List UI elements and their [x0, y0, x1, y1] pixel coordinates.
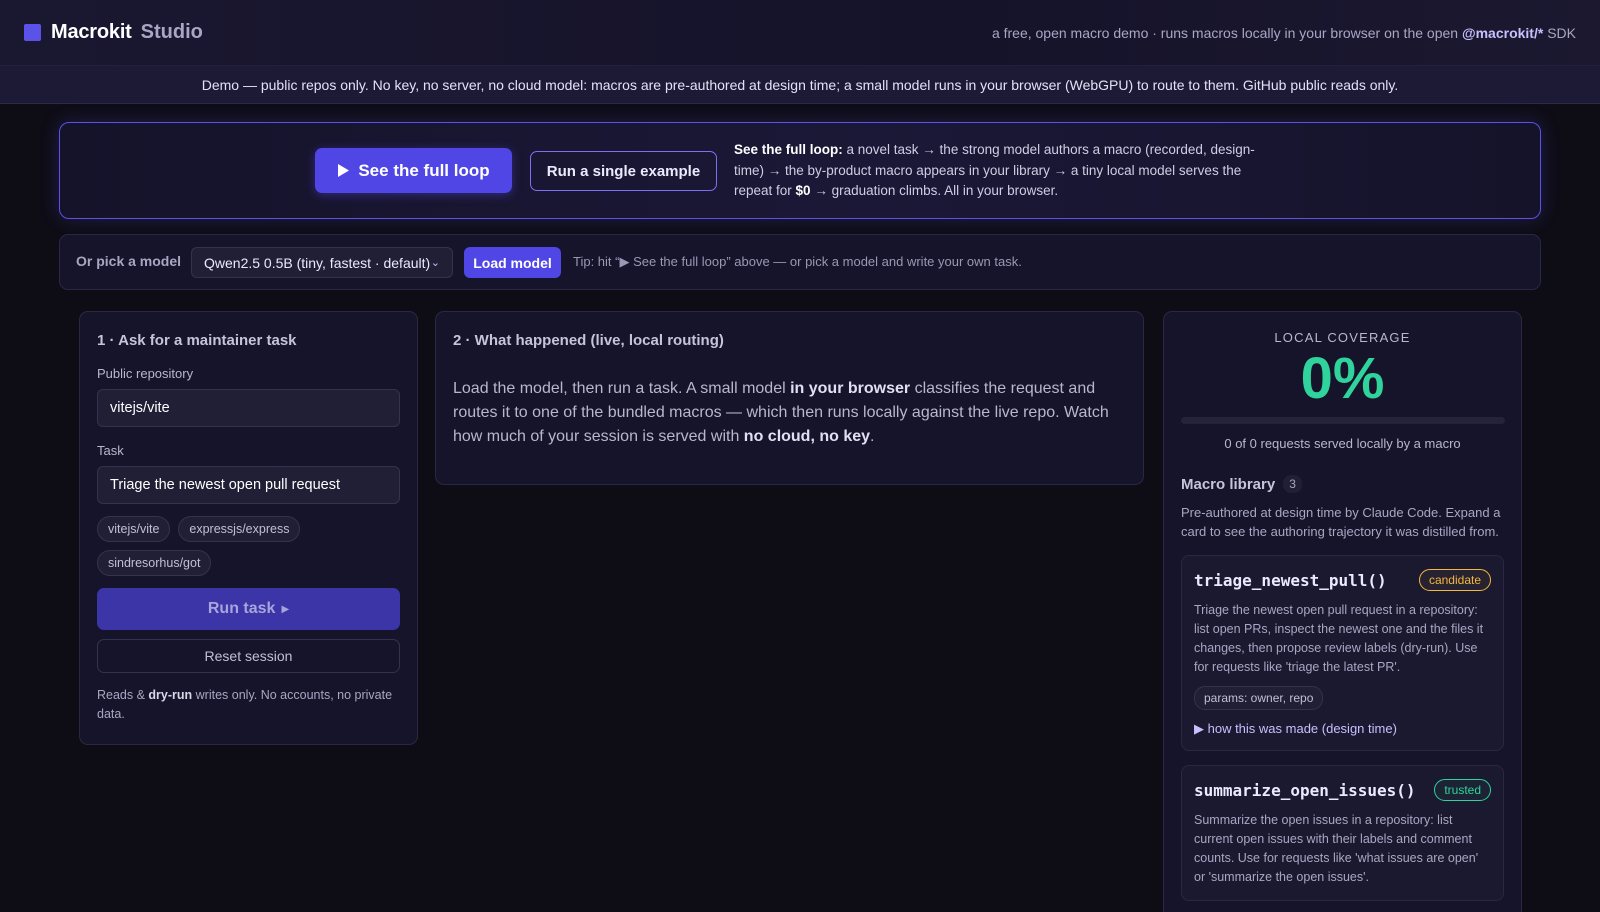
banner-text: Demo — public repos only. No key, no ser… [201, 76, 1399, 93]
caret-right-icon: ▶ [281, 603, 290, 615]
task-label: Task [97, 443, 124, 458]
header-tagline: a free, open macro demo · runs macros lo… [992, 25, 1576, 41]
run-task-button[interactable]: Run task ▶ [97, 588, 400, 630]
macro-params: params: owner, repo [1194, 686, 1324, 710]
macro-description: Triage the newest open pull request in a… [1194, 603, 1484, 674]
routing-body-bold-1: in your browser [790, 380, 911, 397]
repo-chip[interactable]: expressjs/express [178, 516, 301, 542]
brand-subtitle: Studio [140, 21, 203, 43]
see-full-loop-label: See the full loop [358, 160, 490, 180]
task-panel-title: 1 · Ask for a maintainer task [97, 332, 297, 349]
model-select[interactable]: Qwen2.5 0.5B (tiny, fastest · default) ⌄ [191, 247, 453, 278]
task-input[interactable]: Triage the newest open pull request [97, 466, 400, 504]
repo-input-value: vitejs/vite [110, 400, 170, 416]
reset-session-label: Reset session [204, 648, 293, 664]
macro-name: summarize_open_issues() [1194, 780, 1416, 800]
coverage-value: 0% [1300, 346, 1385, 411]
repo-chips: vitejs/vite expressjs/express sindresorh… [97, 516, 400, 576]
play-icon [338, 164, 350, 177]
model-tip: Tip: hit “▶ See the full loop” above — o… [573, 254, 1022, 269]
load-model-label: Load model [473, 254, 552, 271]
repo-chip[interactable]: vitejs/vite [97, 516, 171, 542]
privacy-note-pre: Reads & [97, 688, 149, 702]
task-input-value: Triage the newest open pull request [110, 477, 340, 493]
load-model-button[interactable]: Load model [464, 247, 561, 278]
model-picker-row: Or pick a model Qwen2.5 0.5B (tiny, fast… [59, 234, 1541, 290]
chevron-down-icon: ⌄ [430, 257, 440, 269]
routing-body-bold-2: no cloud, no key [743, 428, 871, 445]
tagline-text: a free, open macro demo · runs macros lo… [991, 24, 1462, 41]
repo-chip[interactable]: sindresorhus/got [97, 550, 212, 576]
routing-panel-body: Load the model, then run a task. A small… [453, 377, 1126, 449]
run-task-label: Run task [207, 600, 276, 617]
routing-panel-title: 2 · What happened (live, local routing) [453, 332, 724, 349]
macro-name: triage_newest_pull() [1194, 570, 1387, 590]
tagline-suffix: SDK [1543, 24, 1576, 41]
macro-library-description: Pre-authored at design time by Claude Co… [1181, 505, 1501, 539]
repo-label: Public repository [97, 366, 194, 381]
how-made-toggle[interactable]: ▶ how this was made (design time) [1194, 721, 1491, 737]
model-select-value: Qwen2.5 0.5B (tiny, fastest · default) [204, 254, 431, 271]
macro-description: Summarize the open issues in a repositor… [1194, 813, 1479, 884]
run-single-example-button[interactable]: Run a single example [530, 151, 717, 191]
status-badge: trusted [1434, 779, 1491, 801]
routing-body-3: . [870, 428, 875, 445]
coverage-subtext: 0 of 0 requests served locally by a macr… [1224, 436, 1461, 451]
hero-desc-price: $0 [795, 183, 811, 198]
repo-input[interactable]: vitejs/vite [97, 389, 400, 427]
routing-panel: 2 · What happened (live, local routing) … [435, 311, 1144, 485]
hero-card: See the full loop Run a single example S… [59, 122, 1541, 219]
reset-session-button[interactable]: Reset session [97, 639, 400, 673]
logo-icon [24, 24, 41, 41]
hero-desc-bold: See the full loop: [734, 142, 843, 157]
routing-body-1: Load the model, then run a task. A small… [453, 380, 791, 397]
coverage-label: LOCAL COVERAGE [1274, 330, 1411, 345]
sdk-link[interactable]: @macrokit/* [1462, 25, 1543, 41]
macro-library-count: 3 [1283, 475, 1302, 493]
task-panel: 1 · Ask for a maintainer task Public rep… [79, 311, 418, 745]
status-badge: candidate [1418, 569, 1491, 591]
macro-card[interactable]: summarize_open_issues() trusted Summariz… [1181, 765, 1504, 901]
macro-library-title: Macro library [1181, 475, 1276, 493]
macro-card-header: summarize_open_issues() trusted [1194, 779, 1491, 801]
demo-banner: Demo — public repos only. No key, no ser… [0, 66, 1600, 104]
coverage-panel: LOCAL COVERAGE 0% 0 of 0 requests served… [1163, 311, 1522, 912]
app-header: Macrokit Studio a free, open macro demo … [0, 0, 1600, 66]
hero-desc-2: → graduation climbs. All in your browser… [810, 183, 1059, 198]
privacy-note: Reads & dry-run writes only. No accounts… [97, 686, 400, 724]
brand-name: Macrokit [51, 21, 132, 43]
hero-description: See the full loop: a novel task → the st… [734, 140, 1274, 202]
macro-library-header: Macro library 3 [1181, 475, 1504, 493]
macro-card[interactable]: triage_newest_pull() candidate Triage th… [1181, 555, 1504, 751]
model-label: Or pick a model [76, 253, 182, 269]
coverage-bar [1181, 417, 1505, 424]
run-single-example-label: Run a single example [546, 162, 701, 180]
see-full-loop-button[interactable]: See the full loop [315, 148, 512, 193]
macro-card-header: triage_newest_pull() candidate [1194, 569, 1491, 591]
privacy-note-bold: dry-run [148, 688, 193, 702]
